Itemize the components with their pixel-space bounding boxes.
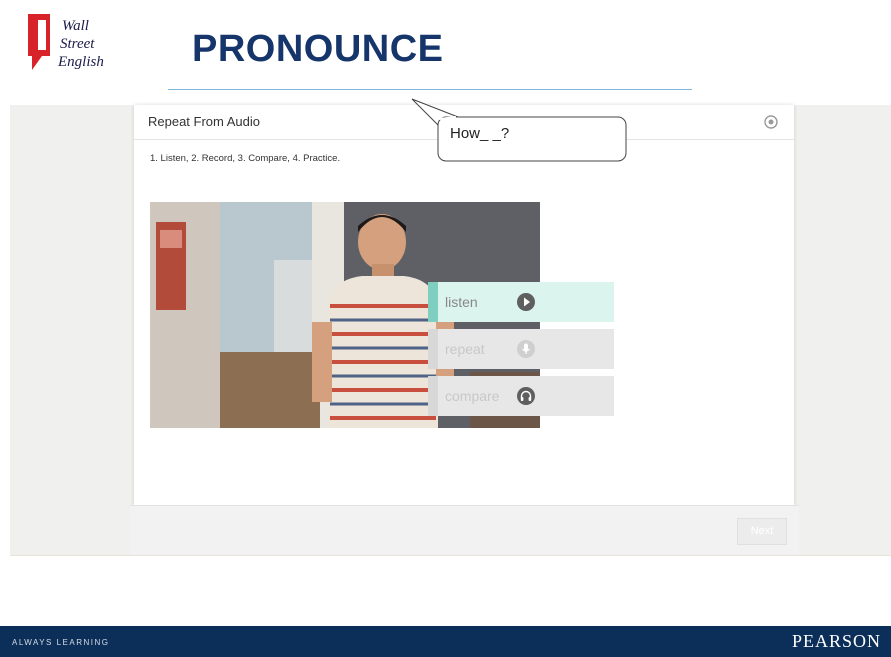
compare-label: compare (445, 388, 500, 404)
listen-button[interactable]: listen (428, 282, 614, 322)
page-title: PRONOUNCE (192, 28, 444, 70)
pearson-footer: ALWAYS LEARNING PEARSON (0, 626, 891, 657)
wall-street-english-logo: Wall Street English (24, 10, 136, 80)
activity-title: Repeat From Audio (148, 114, 261, 129)
repeat-indicator (428, 329, 438, 369)
activity-footer: Next (130, 505, 799, 555)
microphone-icon (516, 339, 536, 359)
svg-text:English: English (57, 54, 104, 70)
settings-gear-icon[interactable] (764, 115, 778, 129)
repeat-label: repeat (445, 341, 485, 357)
compare-button[interactable]: compare (428, 376, 614, 416)
play-icon (516, 292, 536, 312)
svg-text:Wall: Wall (62, 18, 89, 34)
title-divider (168, 89, 692, 90)
pearson-logo: PEARSON (791, 631, 881, 651)
listen-indicator (428, 282, 438, 322)
listen-label: listen (445, 294, 478, 310)
svg-text:Street: Street (60, 36, 95, 52)
headphones-icon (516, 386, 536, 406)
prompt-text: How_ _? (450, 125, 510, 142)
tagline: ALWAYS LEARNING (12, 638, 110, 647)
repeat-button[interactable]: repeat (428, 329, 614, 369)
next-button[interactable]: Next (737, 518, 787, 545)
activity-instructions: 1. Listen, 2. Record, 3. Compare, 4. Pra… (150, 153, 341, 164)
content-divider (10, 555, 891, 556)
speech-bubble (410, 95, 628, 165)
compare-indicator (428, 376, 438, 416)
